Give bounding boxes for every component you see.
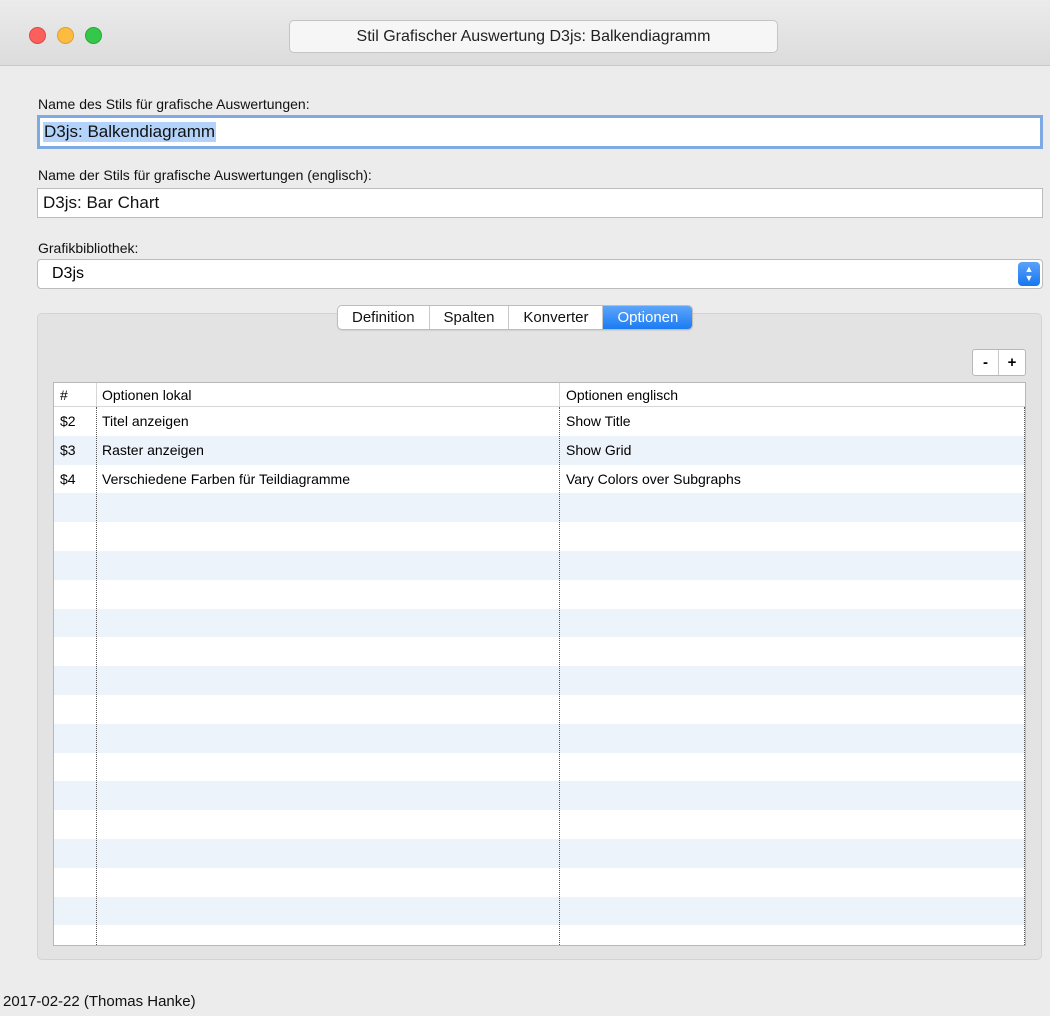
zoom-window-button[interactable] bbox=[85, 27, 102, 44]
row-number-cell: $4 bbox=[60, 470, 76, 487]
style-name-field[interactable]: D3js: Balkendiagramm bbox=[37, 115, 1043, 149]
library-select[interactable]: D3js ▲ ▼ bbox=[37, 259, 1043, 289]
tab-spalten[interactable]: Spalten bbox=[430, 306, 510, 329]
table-row[interactable]: $4 Verschiedene Farben für Teildiagramme… bbox=[54, 464, 1025, 494]
empty-row bbox=[54, 493, 1025, 523]
column-header-number[interactable]: # bbox=[60, 383, 68, 407]
empty-row bbox=[54, 723, 1025, 753]
add-remove-buttons: - + bbox=[972, 349, 1026, 376]
english-option-cell: Show Grid bbox=[566, 442, 632, 459]
empty-row bbox=[54, 781, 1025, 811]
window-title: Stil Grafischer Auswertung D3js: Balkend… bbox=[289, 20, 778, 53]
local-option-cell: Verschiedene Farben für Teildiagramme bbox=[102, 470, 350, 487]
empty-row bbox=[54, 579, 1025, 609]
table-header: # Optionen lokal Optionen englisch bbox=[54, 383, 1025, 407]
style-name-value: D3js: Balkendiagramm bbox=[43, 122, 217, 142]
tab-optionen[interactable]: Optionen bbox=[603, 306, 693, 329]
footer-credit: 2017-02-22 (Thomas Hanke) bbox=[3, 993, 196, 1010]
english-option-cell: Vary Colors over Subgraphs bbox=[566, 470, 741, 487]
column-divider[interactable] bbox=[1024, 407, 1025, 945]
minimize-window-button[interactable] bbox=[57, 27, 74, 44]
empty-row bbox=[54, 522, 1025, 551]
tab-konverter[interactable]: Konverter bbox=[509, 306, 604, 329]
local-option-cell: Raster anzeigen bbox=[102, 442, 204, 459]
options-table: # Optionen lokal Optionen englisch $2 Ti… bbox=[53, 382, 1026, 946]
empty-row bbox=[54, 752, 1025, 782]
local-option-cell: Titel anzeigen bbox=[102, 413, 189, 430]
chevron-updown-icon: ▲ ▼ bbox=[1018, 262, 1040, 286]
style-name-en-label: Name der Stils für grafische Auswertunge… bbox=[38, 167, 372, 183]
table-row[interactable]: $2 Titel anzeigen Show Title bbox=[54, 407, 1025, 436]
empty-row bbox=[54, 925, 1025, 945]
title-bar: Stil Grafischer Auswertung D3js: Balkend… bbox=[0, 0, 1050, 66]
empty-row bbox=[54, 867, 1025, 897]
style-name-en-field[interactable]: D3js: Bar Chart bbox=[37, 188, 1043, 218]
row-number-cell: $2 bbox=[60, 413, 76, 430]
empty-row bbox=[54, 694, 1025, 724]
empty-row bbox=[54, 550, 1025, 580]
close-window-button[interactable] bbox=[29, 27, 46, 44]
library-value: D3js bbox=[52, 265, 85, 282]
column-divider[interactable] bbox=[559, 407, 560, 945]
style-name-label: Name des Stils für grafische Auswertunge… bbox=[38, 96, 310, 112]
column-header-local[interactable]: Optionen lokal bbox=[96, 383, 192, 407]
english-option-cell: Show Title bbox=[566, 413, 631, 430]
empty-row bbox=[54, 896, 1025, 926]
add-row-button[interactable]: + bbox=[999, 350, 1025, 375]
empty-row bbox=[54, 637, 1025, 667]
empty-row bbox=[54, 838, 1025, 868]
row-number-cell: $3 bbox=[60, 442, 76, 459]
library-label: Grafikbibliothek: bbox=[38, 240, 139, 256]
table-body: $2 Titel anzeigen Show Title $3 Raster a… bbox=[54, 407, 1025, 945]
column-divider[interactable] bbox=[96, 407, 97, 945]
column-header-english[interactable]: Optionen englisch bbox=[559, 383, 678, 407]
empty-row bbox=[54, 810, 1025, 839]
remove-row-button[interactable]: - bbox=[973, 350, 999, 375]
table-row[interactable]: $3 Raster anzeigen Show Grid bbox=[54, 435, 1025, 465]
tab-bar: Definition Spalten Konverter Optionen bbox=[337, 305, 694, 330]
empty-row bbox=[54, 608, 1025, 638]
tab-definition[interactable]: Definition bbox=[338, 306, 430, 329]
empty-row bbox=[54, 666, 1025, 695]
style-name-en-value: D3js: Bar Chart bbox=[43, 193, 160, 212]
